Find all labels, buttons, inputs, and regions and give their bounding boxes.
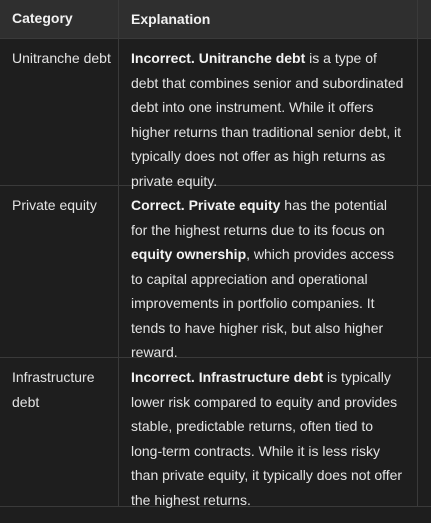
explanation-cell: Incorrect. Unitranche debt is a type of … bbox=[118, 39, 417, 189]
verdict: Incorrect bbox=[131, 369, 191, 385]
header-explanation: Explanation bbox=[131, 11, 211, 27]
verdict-period: . bbox=[180, 197, 189, 213]
table-header: Category Explanation bbox=[0, 0, 431, 39]
category-cell: Private equity bbox=[12, 197, 97, 213]
header-category-cell: Category bbox=[0, 10, 118, 28]
header-overflow-cell bbox=[417, 0, 431, 38]
header-explanation-cell: Explanation bbox=[118, 0, 417, 38]
explanation-cell: Incorrect. Infrastructure debt is typica… bbox=[118, 358, 417, 508]
term: Unitranche debt bbox=[198, 50, 306, 66]
verdict-period: . bbox=[190, 50, 199, 66]
verdict: Incorrect bbox=[131, 50, 191, 66]
explanation-cell: Correct. Private equity has the potentia… bbox=[118, 186, 417, 360]
verdict-period: . bbox=[190, 369, 199, 385]
category-cell: Unitranche debt bbox=[12, 50, 111, 66]
term: Infrastructure debt bbox=[198, 369, 324, 385]
header-category: Category bbox=[12, 10, 73, 26]
overflow-cell bbox=[417, 186, 431, 357]
table-row: Infrastructure debt Incorrect. Infrastru… bbox=[0, 358, 431, 508]
table-row: Unitranche debt Incorrect. Unitranche de… bbox=[0, 39, 431, 189]
explanation-text: is typically lower risk compared to equi… bbox=[131, 369, 403, 508]
term-2: equity ownership bbox=[131, 246, 247, 262]
term: Private equity bbox=[188, 197, 281, 213]
explanation-text: is a type of debt that combines senior a… bbox=[131, 50, 404, 189]
overflow-cell bbox=[417, 358, 431, 506]
overflow-cell bbox=[417, 39, 431, 185]
comparison-table: Category Explanation Unitranche debt Inc… bbox=[0, 0, 431, 523]
category-cell: Infrastructure debt bbox=[12, 369, 95, 410]
explanation-text-2: , which provides access to capital appre… bbox=[131, 246, 394, 360]
table-row: Private equity Correct. Private equity h… bbox=[0, 186, 431, 360]
verdict: Correct bbox=[131, 197, 181, 213]
